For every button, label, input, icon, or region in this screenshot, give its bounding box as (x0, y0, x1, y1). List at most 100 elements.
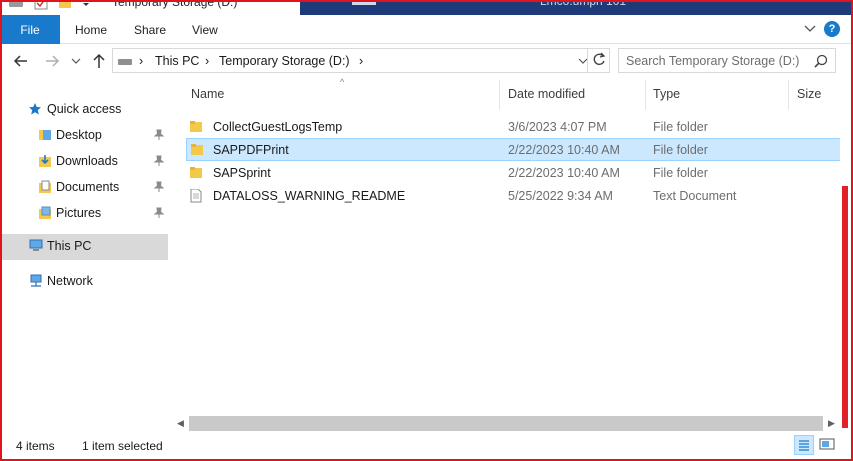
star-icon (28, 102, 42, 116)
scrollbar-thumb[interactable] (189, 416, 823, 431)
refresh-button[interactable] (587, 48, 610, 73)
file-date: 3/6/2023 4:07 PM (508, 120, 607, 134)
breadcrumb-temporary-storage[interactable]: Temporary Storage (D:) (219, 54, 350, 68)
file-list: ^ Name Date modified Type Size CollectGu… (172, 77, 841, 415)
documents-icon (38, 180, 52, 194)
folder-icon (190, 120, 202, 133)
text-document-icon (190, 188, 202, 203)
file-type: File folder (653, 143, 708, 157)
horizontal-scrollbar[interactable]: ◀ ▶ (172, 415, 840, 432)
details-view-icon (799, 440, 809, 451)
table-row[interactable]: SAPPDFPrint 2/22/2023 10:40 AM File fold… (186, 138, 841, 161)
tab-file[interactable]: File (0, 15, 60, 44)
background-window-icon: ▬▬ (352, 0, 376, 8)
pin-icon[interactable] (153, 181, 165, 193)
sidebar-item-label: Documents (56, 180, 120, 194)
drive-icon[interactable] (8, 0, 24, 13)
folder-icon (190, 166, 202, 179)
tab-share[interactable]: Share (134, 15, 166, 44)
downloads-icon (38, 154, 52, 168)
tab-view[interactable]: View (192, 15, 218, 44)
column-header-date-modified[interactable]: Date modified (508, 87, 585, 101)
sidebar-item-this-pc[interactable]: This PC (0, 234, 168, 260)
file-type: Text Document (653, 189, 737, 203)
window-title: Temporary Storage (D:) (112, 0, 238, 9)
computer-icon (28, 239, 43, 253)
customize-dropdown-icon[interactable] (82, 0, 90, 13)
search-icon[interactable] (814, 54, 828, 68)
network-icon (28, 274, 42, 288)
search-placeholder: Search Temporary Storage (D:) (626, 54, 800, 68)
drive-icon (117, 56, 133, 70)
file-date: 5/25/2022 9:34 AM (508, 189, 613, 203)
large-icons-view-button[interactable] (818, 435, 838, 455)
file-name: CollectGuestLogsTemp (213, 120, 343, 134)
large-icons-view-icon (819, 438, 835, 450)
recent-locations-chevron-icon[interactable] (70, 52, 82, 70)
navigation-pane: Quick access Desktop Downloads Documents (0, 78, 172, 430)
sidebar-item-label: Downloads (56, 154, 118, 168)
new-folder-icon[interactable] (58, 0, 72, 13)
file-name: DATALOSS_WARNING_README (213, 189, 406, 203)
address-row: › This PC › Temporary Storage (D:) › Sea… (0, 44, 853, 78)
table-row[interactable]: SAPSprint 2/22/2023 10:40 AM File folder (186, 162, 841, 184)
table-row[interactable]: DATALOSS_WARNING_README 5/25/2022 9:34 A… (186, 185, 841, 207)
sidebar-item-label: This PC (47, 239, 92, 253)
expand-ribbon-chevron-icon[interactable] (803, 21, 817, 35)
sidebar-item-label: Quick access (47, 102, 122, 116)
status-bar: 4 items 1 item selected (0, 432, 853, 461)
up-arrow-icon[interactable] (90, 52, 108, 70)
title-bar: Temporary Storage (D:) ▬▬ Lmco.umph 101 (0, 0, 853, 15)
column-divider[interactable] (788, 80, 789, 110)
sidebar-item-quick-access[interactable]: Quick access (0, 97, 168, 122)
back-arrow-icon[interactable] (12, 52, 30, 70)
file-date: 2/22/2023 10:40 AM (508, 166, 620, 180)
file-type: File folder (653, 166, 708, 180)
pin-icon[interactable] (153, 207, 165, 219)
forward-arrow-icon[interactable] (43, 52, 61, 70)
background-window-edge (840, 78, 853, 428)
selection-count: 1 item selected (82, 439, 163, 453)
pin-icon[interactable] (153, 155, 165, 167)
ribbon: File Home Share View ? (0, 15, 853, 44)
help-icon[interactable]: ? (824, 21, 840, 37)
address-bar[interactable]: › This PC › Temporary Storage (D:) › (112, 48, 610, 73)
quick-access-toolbar (8, 0, 90, 13)
breadcrumb-this-pc[interactable]: This PC (155, 54, 199, 68)
breadcrumb-separator-icon[interactable]: › (205, 54, 209, 68)
desktop-icon (38, 128, 52, 142)
column-divider[interactable] (645, 80, 646, 110)
column-header-type[interactable]: Type (653, 87, 680, 101)
item-count: 4 items (16, 439, 55, 453)
column-header-name[interactable]: Name (191, 87, 224, 101)
sort-ascending-icon: ^ (340, 77, 345, 87)
folder-icon (191, 143, 203, 156)
sidebar-item-label: Desktop (56, 128, 102, 142)
sidebar-item-documents[interactable]: Documents (0, 175, 168, 200)
tab-home[interactable]: Home (75, 15, 107, 44)
refresh-icon (593, 52, 606, 66)
table-row[interactable]: CollectGuestLogsTemp 3/6/2023 4:07 PM Fi… (186, 116, 841, 138)
scroll-right-arrow-icon[interactable]: ▶ (823, 415, 840, 432)
column-divider[interactable] (499, 80, 500, 110)
sidebar-item-downloads[interactable]: Downloads (0, 149, 168, 174)
properties-icon[interactable] (34, 0, 48, 13)
sidebar-item-label: Network (47, 274, 93, 288)
file-name: SAPSprint (213, 166, 271, 180)
breadcrumb-separator-icon[interactable]: › (139, 54, 143, 68)
sidebar-item-pictures[interactable]: Pictures (0, 201, 168, 226)
file-type: File folder (653, 120, 708, 134)
file-date: 2/22/2023 10:40 AM (508, 143, 620, 157)
sidebar-item-desktop[interactable]: Desktop (0, 123, 168, 148)
background-window-title: Lmco.umph 101 (540, 0, 627, 8)
details-view-button[interactable] (794, 435, 814, 455)
column-header-size[interactable]: Size (797, 87, 821, 101)
pictures-icon (38, 206, 52, 220)
background-window-strip: ▬▬ Lmco.umph 101 (300, 0, 853, 15)
pin-icon[interactable] (153, 129, 165, 141)
sidebar-item-network[interactable]: Network (0, 269, 168, 294)
file-name: SAPPDFPrint (213, 143, 289, 157)
scroll-left-arrow-icon[interactable]: ◀ (172, 415, 189, 432)
search-input[interactable]: Search Temporary Storage (D:) (618, 48, 836, 73)
breadcrumb-separator-icon[interactable]: › (359, 54, 363, 68)
